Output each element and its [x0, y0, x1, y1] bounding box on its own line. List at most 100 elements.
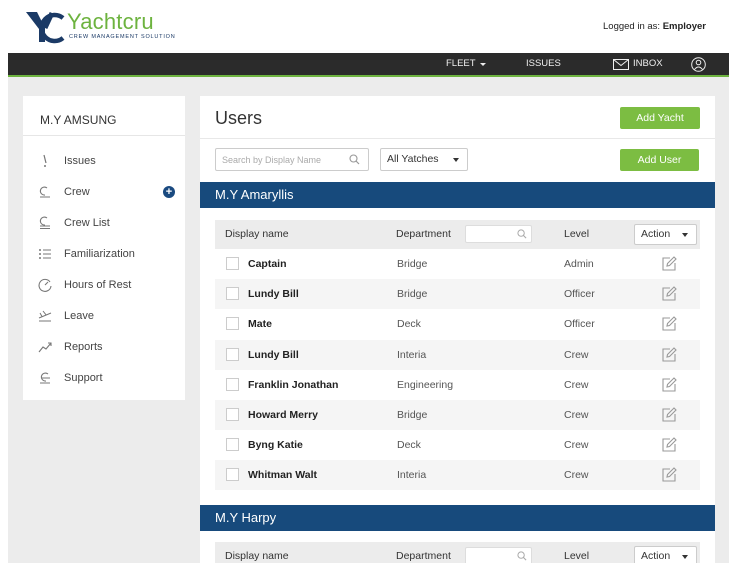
action-label: Action	[641, 550, 671, 562]
cell-level: Officer	[564, 288, 595, 301]
cell-level: Admin	[564, 258, 594, 270]
department-filter[interactable]	[465, 225, 532, 243]
login-prefix: Logged in as:	[603, 21, 661, 32]
row-checkbox[interactable]	[226, 438, 239, 452]
nav-issues-label: ISSUES	[526, 58, 561, 69]
logo-mark-icon	[26, 11, 65, 44]
nav-issues[interactable]: ISSUES	[526, 53, 561, 75]
cell-display-name: Franklin Jonathan	[248, 378, 339, 391]
action-dropdown[interactable]: Action	[634, 546, 697, 563]
edit-icon[interactable]	[661, 286, 677, 302]
sidebar-item-hours-of-rest[interactable]: Hours of Rest	[23, 269, 185, 300]
sidebar-item-crew[interactable]: Crew +	[23, 176, 185, 207]
department-filter-input[interactable]	[466, 548, 516, 563]
edit-icon[interactable]	[661, 316, 677, 332]
action-label: Action	[641, 228, 671, 240]
sidebar-item-label: Familiarization	[64, 247, 135, 260]
department-filter[interactable]	[465, 547, 532, 563]
search-box[interactable]	[215, 148, 369, 171]
edit-icon[interactable]	[661, 407, 677, 423]
sidebar-item-reports[interactable]: Reports	[23, 331, 185, 362]
sidebar-item-label: Leave	[64, 309, 94, 322]
search-icon[interactable]	[349, 154, 360, 165]
edit-icon[interactable]	[661, 256, 677, 272]
add-yacht-button[interactable]: Add Yacht	[620, 107, 700, 129]
crew-list-icon	[38, 216, 52, 230]
row-checkbox[interactable]	[226, 408, 239, 421]
cell-department: Bridge	[397, 409, 428, 421]
sidebar: M.Y AMSUNG Issues Crew + Crew List Famil…	[23, 96, 185, 400]
cell-department: Bridge	[397, 288, 428, 301]
edit-icon[interactable]	[661, 437, 677, 453]
login-status: Logged in as: Employer	[603, 21, 706, 32]
cell-level: Crew	[564, 469, 589, 482]
add-user-button[interactable]: Add User	[620, 149, 699, 171]
clock-icon	[38, 278, 52, 292]
sidebar-item-label: Crew	[64, 185, 90, 198]
cell-department: Deck	[397, 318, 421, 331]
nav-inbox[interactable]: INBOX	[613, 53, 663, 75]
trend-icon	[38, 340, 52, 354]
crew-icon	[38, 185, 52, 199]
table-header: Display name Department Level Action	[215, 542, 700, 563]
edit-icon[interactable]	[661, 377, 677, 393]
search-input[interactable]	[222, 149, 350, 170]
nav-fleet[interactable]: FLEET	[446, 53, 486, 75]
cell-display-name: Howard Merry	[248, 409, 319, 421]
table-row: Lundy Bill Bridge Officer	[215, 279, 700, 310]
top-header: Yachtcru CREW MANAGEMENT SOLUTION Logged…	[8, 0, 729, 53]
envelope-icon	[613, 58, 629, 70]
col-department: Department	[396, 228, 451, 240]
table-row: Captain Bridge Admin	[215, 249, 700, 279]
table-row: Howard Merry Bridge Crew	[215, 400, 700, 430]
col-department: Department	[396, 550, 451, 562]
col-level: Level	[564, 228, 590, 240]
nav-inbox-label: INBOX	[633, 58, 663, 69]
sidebar-item-support[interactable]: Support	[23, 362, 185, 393]
support-icon	[38, 371, 52, 385]
department-filter-input[interactable]	[466, 226, 516, 242]
sidebar-item-crew-list[interactable]: Crew List	[23, 207, 185, 238]
logo[interactable]: Yachtcru CREW MANAGEMENT SOLUTION	[25, 10, 176, 44]
yacht-section-header: M.Y Amaryllis	[200, 182, 715, 208]
cell-display-name: Mate	[248, 318, 272, 331]
sidebar-item-issues[interactable]: Issues	[23, 145, 185, 176]
chevron-down-icon	[682, 233, 688, 237]
table-row: Whitman Walt Interia Crew	[215, 460, 700, 491]
edit-icon[interactable]	[661, 346, 677, 363]
page-title: Users	[215, 108, 263, 128]
search-icon	[517, 551, 527, 561]
yacht-filter-value: All Yatches	[387, 153, 439, 165]
cell-level: Crew	[564, 439, 589, 452]
chevron-down-icon	[479, 62, 486, 66]
row-checkbox[interactable]	[226, 287, 239, 301]
col-display-name: Display name	[225, 550, 289, 562]
row-checkbox[interactable]	[226, 317, 239, 331]
row-checkbox[interactable]	[226, 257, 239, 270]
table-row: Byng Katie Deck Crew	[215, 430, 700, 460]
sidebar-item-familiarization[interactable]: Familiarization	[23, 238, 185, 269]
cell-department: Interia	[397, 469, 427, 482]
table-row: Franklin Jonathan Engineering Crew	[215, 370, 700, 400]
row-checkbox[interactable]	[226, 347, 239, 361]
action-dropdown[interactable]: Action	[634, 224, 697, 245]
login-user: Employer	[662, 21, 706, 32]
profile-button[interactable]	[691, 53, 706, 75]
nav-fleet-label: FLEET	[446, 58, 476, 69]
sidebar-item-leave[interactable]: Leave	[23, 300, 185, 331]
row-checkbox[interactable]	[226, 377, 239, 391]
cell-department: Deck	[397, 439, 421, 452]
sidebar-item-label: Crew List	[64, 216, 110, 229]
user-icon	[691, 56, 706, 72]
cell-display-name: Captain	[248, 258, 287, 270]
yacht-filter-select[interactable]: All Yatches	[380, 148, 468, 171]
sidebar-item-label: Hours of Rest	[64, 278, 132, 291]
cell-level: Crew	[564, 348, 589, 361]
edit-icon[interactable]	[661, 467, 677, 483]
col-level: Level	[564, 550, 590, 562]
row-checkbox[interactable]	[226, 468, 239, 482]
add-crew-icon[interactable]: +	[163, 185, 175, 198]
cell-department: Bridge	[397, 258, 428, 270]
list-icon	[38, 247, 52, 261]
table-row: Mate Deck Officer	[215, 309, 700, 339]
